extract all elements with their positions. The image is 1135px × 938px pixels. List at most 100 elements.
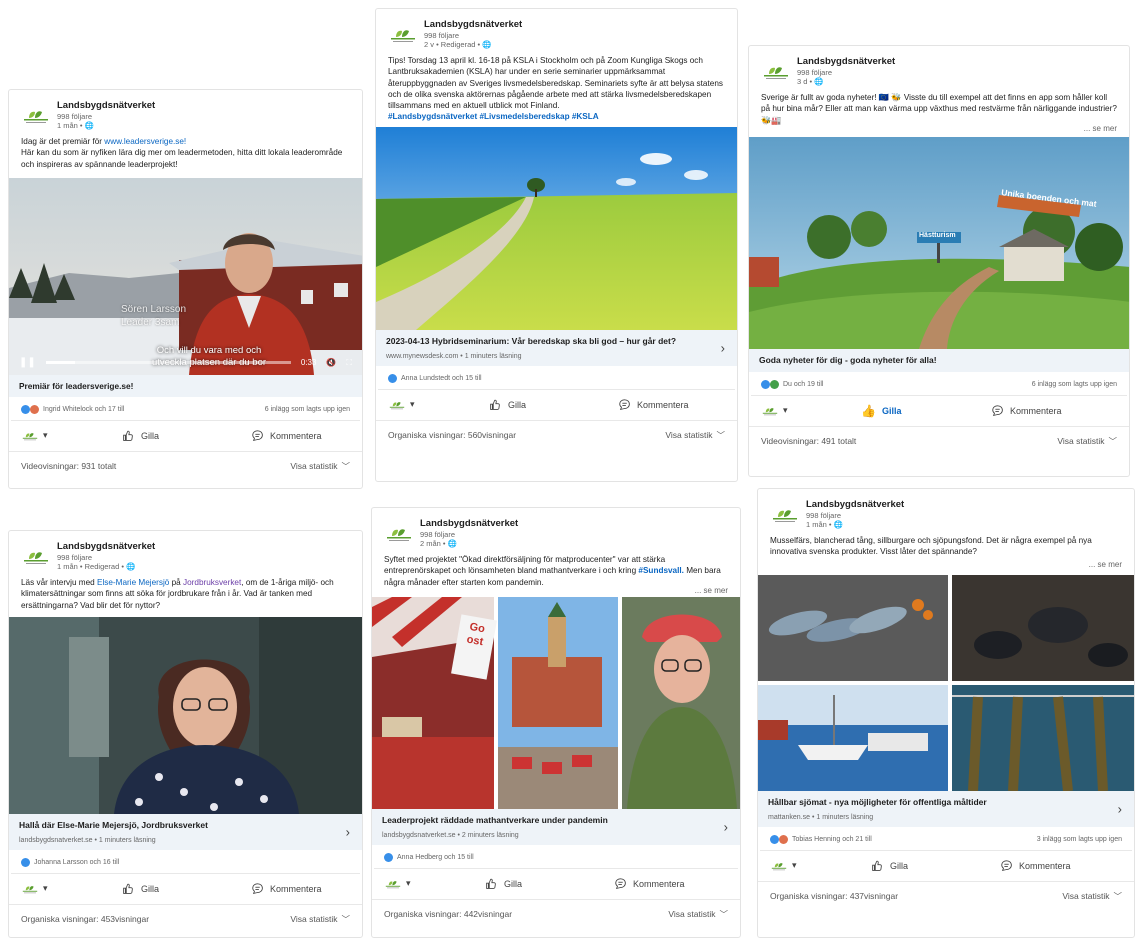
show-statistics-button[interactable]: Visa statistik ﹀ xyxy=(665,429,725,441)
repost-count[interactable]: 6 inlägg som lagts upp igen xyxy=(1032,381,1117,388)
show-statistics-button[interactable]: Visa statistik ﹀ xyxy=(290,460,350,472)
like-button[interactable]: Gilla xyxy=(484,877,614,891)
show-statistics-button[interactable]: Visa statistik ﹀ xyxy=(290,913,350,925)
org-logo-icon[interactable] xyxy=(761,56,791,82)
post-meta: 2 v • Redigerad • 🌐 xyxy=(424,40,492,49)
reaction-count[interactable]: Du och 19 till xyxy=(783,381,823,388)
org-logo-icon[interactable] xyxy=(384,518,414,544)
post-header: Landsbygdsnätverket 998 följare 1 mån • … xyxy=(9,531,362,575)
chevron-right-icon: › xyxy=(345,824,350,840)
org-logo-icon[interactable] xyxy=(770,499,800,525)
actor-selector[interactable]: ▾ xyxy=(384,878,464,890)
see-more-link[interactable]: ... se mer xyxy=(749,124,1129,133)
hashtags[interactable]: #Landsbygdsnätverket #Livsmedelsberedska… xyxy=(388,112,599,121)
post-image-portrait[interactable] xyxy=(9,616,362,814)
see-more-link[interactable]: ... se mer xyxy=(758,560,1134,569)
reaction-count[interactable]: Anna Hedberg och 15 till xyxy=(397,854,474,861)
link-preview[interactable]: Hållbar sjömat - nya möjligheter för off… xyxy=(758,790,1134,827)
org-logo-icon[interactable] xyxy=(21,541,51,567)
post-image-collage[interactable]: Go ost xyxy=(372,596,740,809)
actor-selector[interactable]: ▾ xyxy=(770,860,850,872)
sundsvall-hashtag[interactable]: #Sundsvall. xyxy=(638,566,684,575)
org-name[interactable]: Landsbygdsnätverket xyxy=(424,19,522,31)
video-player[interactable]: Sören Larsson Leader 3sam Och vill du va… xyxy=(9,177,362,375)
post-card-leadersverige: Landsbygdsnätverket 998 följare 1 mån • … xyxy=(8,89,363,489)
show-statistics-button[interactable]: Visa statistik ﹀ xyxy=(668,908,728,920)
video-controls: ❚❚ 0:33 🔇 ⛶ xyxy=(9,351,362,375)
love-reaction-icon xyxy=(30,404,39,414)
view-count: Videovisningar: 931 totalt xyxy=(21,460,117,471)
post-image-grid[interactable] xyxy=(758,574,1134,791)
org-name[interactable]: Landsbygdsnätverket xyxy=(797,56,895,68)
reaction-count[interactable]: Johanna Larsson och 16 till xyxy=(34,859,119,866)
video-caption[interactable]: Premiär för leadersverige.se! xyxy=(9,374,362,397)
post-card-else-marie: Landsbygdsnätverket 998 följare 1 mån • … xyxy=(8,530,363,938)
village-illustration xyxy=(749,136,1129,349)
post-meta: 3 d • 🌐 xyxy=(797,77,824,86)
fullscreen-icon[interactable]: ⛶ xyxy=(346,358,352,368)
follower-count: 998 följare xyxy=(424,31,460,40)
comment-icon xyxy=(615,878,626,889)
reaction-count[interactable]: Anna Lundstedt och 15 till xyxy=(401,375,482,382)
reaction-bar: Tobias Henning och 21 till 3 inlägg som … xyxy=(760,827,1132,851)
show-statistics-button[interactable]: Visa statistik ﹀ xyxy=(1057,435,1117,447)
reaction-count[interactable]: Tobias Henning och 21 till xyxy=(792,836,872,843)
like-button[interactable]: 👍 Gilla xyxy=(861,404,991,418)
comment-icon xyxy=(252,430,263,441)
like-button[interactable]: Gilla xyxy=(121,429,251,443)
repost-count[interactable]: 6 inlägg som lagts upp igen xyxy=(265,406,350,413)
comment-button[interactable]: Kommentera xyxy=(251,882,322,896)
action-bar: ▾ Gilla Kommentera xyxy=(9,874,362,904)
like-button[interactable]: Gilla xyxy=(870,859,1000,873)
comment-button[interactable]: Kommentera xyxy=(251,429,322,443)
action-bar: ▾ Gilla Kommentera xyxy=(376,390,737,420)
org-logo-icon[interactable] xyxy=(388,19,418,45)
comment-button[interactable]: Kommentera xyxy=(618,398,689,412)
org-name[interactable]: Landsbygdsnätverket xyxy=(57,100,155,112)
org-name[interactable]: Landsbygdsnätverket xyxy=(806,499,904,511)
post-footer: Organiska visningar: 560visningar Visa s… xyxy=(376,419,737,449)
comment-icon xyxy=(1001,859,1012,871)
pause-icon[interactable]: ❚❚ xyxy=(19,357,36,368)
market-collage xyxy=(372,596,740,809)
post-header: Landsbygdsnätverket 998 följare 2 mån • … xyxy=(372,508,740,552)
person-mention-link[interactable]: Else-Marie Mejersjö xyxy=(97,578,169,587)
view-count: Videovisningar: 491 totalt xyxy=(761,435,857,446)
video-progress[interactable] xyxy=(45,361,291,365)
post-image-illustration[interactable]: Unika boenden och mat Hästturism xyxy=(749,136,1129,349)
org-name[interactable]: Landsbygdsnätverket xyxy=(57,541,155,553)
follower-count: 998 följare xyxy=(57,112,93,121)
volume-icon[interactable]: 🔇 xyxy=(326,358,336,367)
comment-icon xyxy=(252,883,263,894)
actor-selector[interactable]: ▾ xyxy=(388,399,468,411)
action-bar: ▾ Gilla Kommentera xyxy=(758,851,1134,881)
post-image-field[interactable] xyxy=(376,126,737,330)
link-preview[interactable]: Hallå där Else-Marie Mejersjö, Jordbruks… xyxy=(9,813,362,850)
comment-button[interactable]: Kommentera xyxy=(614,877,685,891)
org-mention-link[interactable]: Jordbruksverket xyxy=(183,578,241,587)
chevron-down-icon: ﹀ xyxy=(341,460,350,471)
like-reaction-icon xyxy=(21,857,30,867)
actor-selector[interactable]: ▾ xyxy=(21,430,101,442)
comment-button[interactable]: Kommentera xyxy=(991,404,1062,418)
repost-count[interactable]: 3 inlägg som lagts upp igen xyxy=(1037,836,1122,843)
like-button[interactable]: Gilla xyxy=(121,882,251,896)
org-logo-icon[interactable] xyxy=(21,100,51,126)
post-text: Idag är det premiär för www.leadersverig… xyxy=(21,137,343,169)
actor-selector[interactable]: ▾ xyxy=(761,405,841,417)
link-title: 2023-04-13 Hybridseminarium: Vår beredsk… xyxy=(386,335,677,346)
action-bar: ▾ Gilla Kommentera xyxy=(372,869,740,899)
actor-selector[interactable]: ▾ xyxy=(21,883,101,895)
reaction-count[interactable]: Ingrid Whitelock och 17 till xyxy=(43,406,124,413)
comment-icon xyxy=(992,405,1003,416)
link-preview[interactable]: 2023-04-13 Hybridseminarium: Vår beredsk… xyxy=(376,329,737,366)
leadersverige-link[interactable]: www.leadersverige.se! xyxy=(104,137,186,146)
show-statistics-button[interactable]: Visa statistik ﹀ xyxy=(1062,890,1122,902)
link-preview[interactable]: Leaderprojekt räddade mathantverkare und… xyxy=(372,808,740,845)
comment-button[interactable]: Kommentera xyxy=(1000,859,1071,873)
like-button[interactable]: Gilla xyxy=(488,398,618,412)
org-name[interactable]: Landsbygdsnätverket xyxy=(420,518,518,530)
chevron-right-icon: › xyxy=(720,340,725,356)
link-preview[interactable]: Goda nyheter för dig - goda nyheter för … xyxy=(749,348,1129,372)
chevron-down-icon: ▾ xyxy=(43,430,48,441)
